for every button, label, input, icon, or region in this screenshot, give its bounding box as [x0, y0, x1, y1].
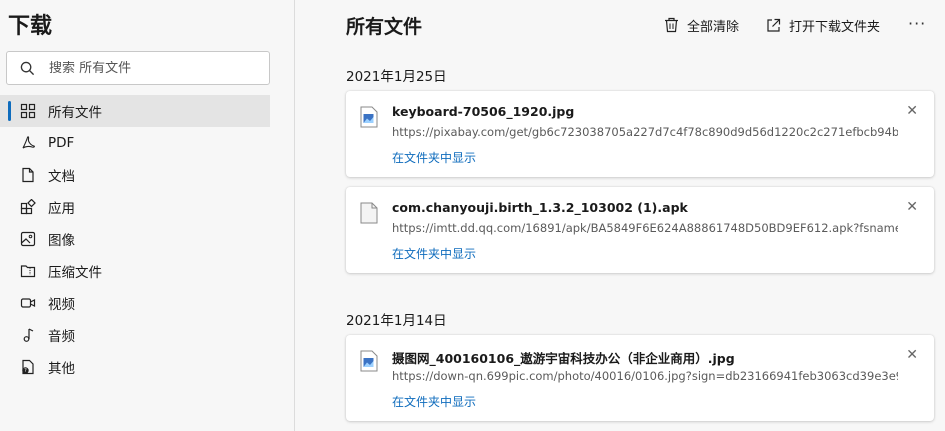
- open-external-icon: [767, 18, 781, 32]
- sidebar-item-label: 所有文件: [48, 105, 102, 121]
- download-item[interactable]: keyboard-70506_1920.jpg https://pixabay.…: [346, 91, 934, 177]
- file-url: https://imtt.dd.qq.com/16891/apk/BA5849F…: [392, 221, 898, 235]
- music-icon: [19, 327, 36, 344]
- search-icon: [20, 61, 35, 75]
- sidebar-nav: 所有文件 PDF 文档 应用 图像 压缩文件 视频 音频 ? 其他: [0, 95, 270, 383]
- svg-text:?: ?: [24, 368, 27, 374]
- sidebar-item-label: 音频: [48, 329, 75, 345]
- search-box[interactable]: [6, 51, 270, 85]
- close-icon[interactable]: ✕: [906, 200, 918, 214]
- show-in-folder-link[interactable]: 在文件夹中显示: [392, 149, 476, 166]
- sidebar-item-archives[interactable]: 压缩文件: [0, 255, 270, 287]
- video-icon: [19, 295, 36, 312]
- sidebar-item-images[interactable]: 图像: [0, 223, 270, 255]
- page-title: 所有文件: [346, 16, 423, 38]
- sidebar-item-audio[interactable]: 音频: [0, 319, 270, 351]
- main-panel: 所有文件 全部清除 打开下载文件夹 ··· 2021年1月25日 keyboar…: [296, 0, 945, 431]
- file-url: https://pixabay.com/get/gb6c723038705a22…: [392, 125, 898, 139]
- sidebar-item-apps[interactable]: 应用: [0, 191, 270, 223]
- open-folder-label: 打开下载文件夹: [789, 19, 881, 35]
- archive-icon: [19, 263, 36, 280]
- sidebar-item-documents[interactable]: 文档: [0, 159, 270, 191]
- document-icon: [19, 167, 36, 184]
- sidebar-item-video[interactable]: 视频: [0, 287, 270, 319]
- pdf-icon: [19, 135, 36, 152]
- image-file-icon: [360, 350, 378, 372]
- show-in-folder-link[interactable]: 在文件夹中显示: [392, 245, 476, 262]
- sidebar-item-all-files[interactable]: 所有文件: [0, 95, 270, 127]
- file-name[interactable]: com.chanyouji.birth_1.3.2_103002 (1).apk: [392, 200, 688, 215]
- file-icon: [360, 202, 378, 224]
- other-file-icon: ?: [19, 359, 36, 376]
- sidebar-item-label: 图像: [48, 233, 75, 249]
- sidebar-title: 下载: [8, 14, 53, 39]
- download-item[interactable]: 摄图网_400160106_遨游宇宙科技办公（非企业商用）.jpg https:…: [346, 335, 934, 421]
- clear-all-label: 全部清除: [687, 19, 740, 35]
- file-url: https://down-qn.699pic.com/photo/40016/0…: [392, 369, 898, 383]
- sidebar-item-label: 压缩文件: [48, 265, 102, 281]
- search-input[interactable]: [49, 60, 249, 76]
- sidebar-item-label: 文档: [48, 169, 75, 185]
- sidebar-item-label: PDF: [48, 135, 75, 151]
- sidebar-item-pdf[interactable]: PDF: [0, 127, 270, 159]
- more-options-button[interactable]: ···: [908, 14, 926, 33]
- grid-icon: [19, 103, 36, 120]
- image-file-icon: [360, 106, 378, 128]
- download-item[interactable]: com.chanyouji.birth_1.3.2_103002 (1).apk…: [346, 187, 934, 273]
- close-icon[interactable]: ✕: [906, 348, 918, 362]
- close-icon[interactable]: ✕: [906, 104, 918, 118]
- date-group-header: 2021年1月25日: [346, 69, 447, 85]
- sidebar: 下载 所有文件 PDF 文档: [0, 0, 295, 431]
- apps-icon: [19, 199, 36, 216]
- clear-all-button[interactable]: 全部清除: [664, 14, 739, 36]
- trash-icon: [665, 17, 678, 33]
- sidebar-item-label: 应用: [48, 201, 75, 217]
- file-name[interactable]: keyboard-70506_1920.jpg: [392, 104, 574, 119]
- sidebar-item-label: 其他: [48, 361, 75, 377]
- open-download-folder-button[interactable]: 打开下载文件夹: [766, 14, 880, 36]
- show-in-folder-link[interactable]: 在文件夹中显示: [392, 393, 476, 410]
- file-name[interactable]: 摄图网_400160106_遨游宇宙科技办公（非企业商用）.jpg: [392, 348, 735, 367]
- sidebar-item-other[interactable]: ? 其他: [0, 351, 270, 383]
- date-group-header: 2021年1月14日: [346, 313, 447, 329]
- sidebar-item-label: 视频: [48, 297, 75, 313]
- image-icon: [19, 231, 36, 248]
